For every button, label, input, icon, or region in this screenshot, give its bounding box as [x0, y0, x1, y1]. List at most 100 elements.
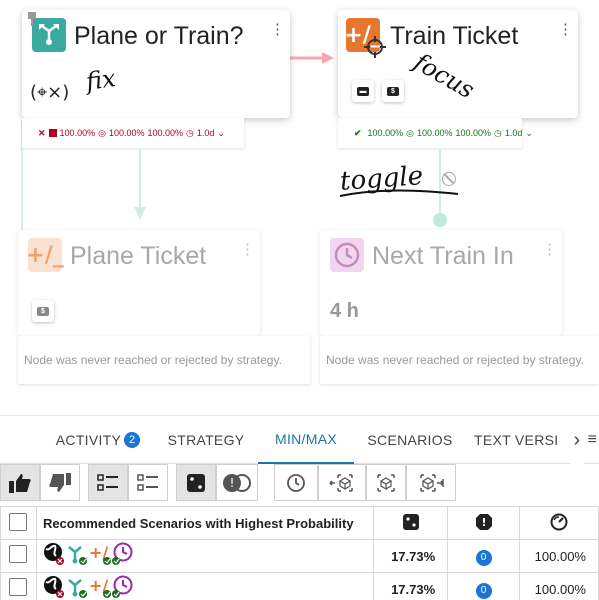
node-subtitle: (⌖×) — [30, 82, 70, 103]
scenario-path-icons: +/ — [43, 575, 133, 598]
thumbs-up-icon — [9, 473, 31, 493]
footer-note: Node was never reached or rejected by st… — [24, 353, 282, 367]
list-alt-button[interactable] — [128, 464, 168, 501]
tab-bar: ACTIVITY 2 STRATEGY MIN/MAX SCENARIOS TE… — [0, 416, 599, 464]
risk-icon: ! — [475, 513, 492, 530]
decision-canvas[interactable]: Plane or Train? ⋮ (⌖×) fix ✕ 100.00% ◎ 1… — [0, 0, 599, 415]
clock-icon: ◷ — [494, 127, 502, 138]
column-header-risk[interactable]: ! — [447, 506, 520, 540]
cube-right-icon — [420, 473, 444, 492]
node-title: Plane Ticket — [70, 242, 207, 270]
clock-icon: ◷ — [186, 127, 194, 138]
tab-scenarios[interactable]: SCENARIOS — [362, 416, 458, 464]
select-all-checkbox[interactable] — [9, 512, 28, 531]
table-header-row: Recommended Scenarios with Highest Proba… — [0, 506, 599, 540]
scenario-path-cell: +/ — [35, 539, 375, 573]
node-plane-or-train[interactable]: Plane or Train? ⋮ (⌖×) fix — [22, 10, 290, 118]
list-view-button[interactable] — [88, 464, 128, 501]
toolbar: ! — [0, 464, 599, 502]
node-menu-icon[interactable]: ⋮ — [240, 242, 255, 257]
row-select-cell — [0, 572, 37, 600]
train-cost-icon: ▬ — [352, 80, 374, 102]
row-select-cell — [0, 539, 37, 573]
table-row[interactable]: +/ 17.73% 0 100.00% — [0, 539, 599, 573]
node-footer-plane-ticket: Node was never reached or rejected by st… — [18, 336, 310, 384]
tab-text-version[interactable]: TEXT VERSI — [474, 416, 566, 464]
pin-icon[interactable] — [26, 12, 38, 26]
check-icon: ✔ — [354, 127, 362, 138]
expand-left-button[interactable] — [318, 464, 366, 501]
footer-percent-a: 100.00% — [367, 128, 404, 138]
tab-activity[interactable]: ACTIVITY 2 — [50, 416, 146, 464]
edge-arrowhead — [322, 52, 334, 64]
column-header-probability[interactable] — [373, 506, 449, 540]
annotation-toggle: toggle — [339, 161, 425, 197]
disabled-icon[interactable] — [442, 172, 456, 186]
focus-target-icon[interactable] — [364, 36, 386, 63]
scenario-table: Recommended Scenarios with Highest Proba… — [0, 506, 599, 600]
dice-icon — [187, 473, 205, 492]
node-train-ticket[interactable]: +/_ Train Ticket ⋮ ▬ $ focus — [338, 10, 578, 118]
gauge-icon — [550, 513, 568, 530]
chevron-down-icon[interactable]: ⌄ — [217, 128, 225, 139]
footer-percent-c: 100.00% — [455, 128, 491, 138]
scenario-path-icons: +/ — [43, 542, 133, 565]
list-unchecked-icon — [137, 473, 158, 491]
row-checkbox[interactable] — [9, 577, 28, 596]
edge-arrowhead — [134, 207, 146, 220]
clock-icon — [287, 473, 305, 492]
tab-strategy[interactable]: STRATEGY — [160, 416, 252, 464]
cube-focus-button[interactable] — [366, 464, 406, 501]
thumbs-down-button[interactable] — [40, 464, 80, 501]
cube-left-icon — [329, 473, 353, 492]
tab-scroll-right-icon[interactable]: › — [570, 416, 584, 464]
node-plane-ticket[interactable]: +/_ Plane Ticket ⋮ $ — [18, 230, 260, 336]
column-header-confidence[interactable] — [519, 506, 599, 540]
row-confidence: 100.00% — [519, 539, 599, 573]
svg-text:!: ! — [481, 516, 486, 529]
tab-label: SCENARIOS — [367, 432, 453, 448]
row-probability: 17.73% — [373, 539, 449, 573]
thumbs-up-button[interactable] — [0, 464, 40, 501]
node-footer-train-ticket: ✔ 100.00% ◎ 100.00% 100.00% ◷ 1.0d ⌄ — [338, 118, 533, 148]
tab-minmax[interactable]: MIN/MAX — [258, 416, 354, 464]
list-check-icon — [97, 473, 118, 491]
select-all-cell — [0, 506, 37, 540]
footer-percent-b: 100.00% — [416, 128, 453, 138]
node-title: Plane or Train? — [74, 22, 244, 50]
footer-percent-a: 100.00% — [59, 128, 96, 138]
close-icon: ✕ — [38, 127, 46, 138]
row-risk-badge: 0 — [475, 549, 492, 566]
footer-duration: 1.0d — [196, 128, 215, 138]
chevron-down-icon[interactable]: ⌄ — [525, 128, 533, 139]
tab-label: ACTIVITY — [55, 432, 122, 448]
tab-label: TEXT VERSI — [474, 432, 559, 448]
tab-count-badge: 2 — [124, 432, 141, 448]
footer-duration: 1.0d — [504, 128, 523, 138]
node-menu-icon[interactable]: ⋮ — [270, 22, 285, 37]
row-confidence: 100.00% — [519, 572, 599, 600]
node-footer-next-train-in: Node was never reached or rejected by st… — [320, 336, 599, 384]
column-header-scenarios: Recommended Scenarios with Highest Proba… — [35, 506, 375, 540]
expand-right-button[interactable] — [406, 464, 456, 501]
annotation-focus: focus — [409, 47, 480, 105]
row-risk-cell: 0 — [447, 572, 520, 600]
duration-button[interactable] — [274, 464, 318, 501]
confidence-icon: ◎ — [406, 127, 414, 138]
row-checkbox[interactable] — [9, 544, 28, 563]
table-row[interactable]: +/ 17.73% 0 100.00% — [0, 572, 599, 600]
node-menu-icon[interactable]: ⋮ — [558, 22, 573, 37]
footer-percent-b: 100.00% — [108, 128, 145, 138]
node-menu-icon[interactable]: ⋮ — [542, 242, 557, 257]
thumbs-down-icon — [49, 472, 71, 492]
tab-label: STRATEGY — [167, 432, 245, 448]
probability-button[interactable] — [176, 464, 216, 501]
footer-percent-c: 100.00% — [147, 128, 183, 138]
price-icon: $ — [32, 300, 54, 322]
node-next-train-in[interactable]: Next Train In ⋮ 4 h — [320, 230, 562, 336]
node-footer-plane-or-train: ✕ 100.00% ◎ 100.00% 100.00% ◷ 1.0d ⌄ — [22, 118, 244, 148]
tab-menu-icon[interactable]: ≡ — [586, 416, 599, 464]
price-icon: $ — [382, 80, 404, 102]
node-title: Next Train In — [372, 242, 514, 270]
risk-button[interactable]: ! — [216, 464, 258, 501]
